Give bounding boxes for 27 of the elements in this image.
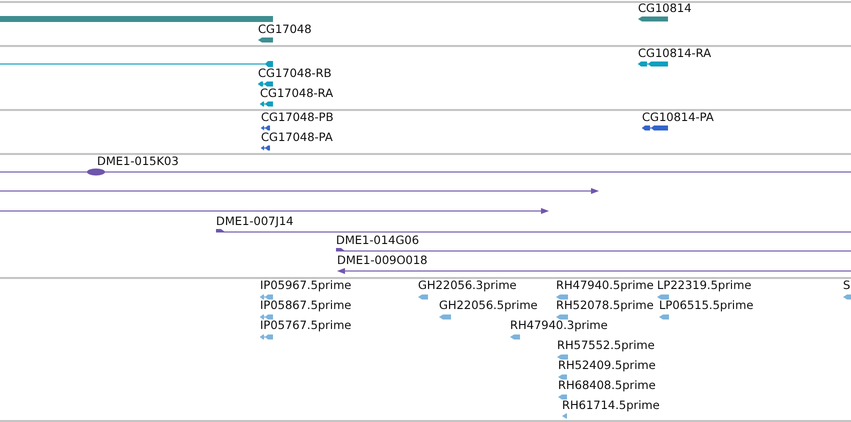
- feature-label: RH57552.5prime: [557, 338, 655, 352]
- feature-label: CG17048: [258, 22, 312, 36]
- feature-label: DME1-009O018: [337, 253, 428, 267]
- feature-label: RH61714.5prime: [562, 398, 660, 412]
- feature-label: IP05967.5prime: [260, 278, 352, 292]
- feature-label: LP22319.5prime: [657, 278, 752, 292]
- feature-label: LP06515.5prime: [659, 298, 754, 312]
- feature-label: CG10814-RA: [638, 46, 712, 60]
- feature-label: GH22056.5prime: [439, 298, 538, 312]
- feature-label: IP05867.5prime: [260, 298, 352, 312]
- feature-label: CG17048-RB: [258, 66, 332, 80]
- feature-label: RH52078.5prime: [556, 298, 654, 312]
- feature-label: DME1-015K03: [97, 154, 179, 168]
- feature-label: CG17048-PB: [261, 110, 334, 124]
- feature-label: RH68408.5prime: [558, 378, 656, 392]
- feature-label: CG10814: [638, 1, 692, 15]
- feature-label: RH47940.3prime: [510, 318, 608, 332]
- feature-label: GH22056.3prime: [418, 278, 517, 292]
- feature-label: DME1-007J14: [216, 214, 294, 228]
- feature-label: IP05767.5prime: [260, 318, 352, 332]
- feature-label: CG17048-PA: [261, 130, 333, 144]
- feature-label: RH52409.5prime: [558, 358, 656, 372]
- feature-label: RH47940.5prime: [556, 278, 654, 292]
- feature-label: CG10814-PA: [642, 110, 714, 124]
- feature-label: DME1-014G06: [336, 233, 420, 247]
- feature-label: CG17048-RA: [260, 86, 334, 100]
- feature-label: S: [843, 278, 850, 292]
